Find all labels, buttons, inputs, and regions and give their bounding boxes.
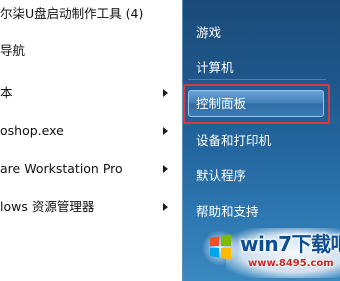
- watermark-url: www.8495.com: [248, 258, 334, 269]
- program-item-label: 本: [0, 85, 13, 100]
- program-item-usb-tool[interactable]: 尔柒U盘启动制作工具 (4): [0, 3, 178, 25]
- program-item-vmware[interactable]: are Workstation Pro: [0, 158, 178, 180]
- program-item-label: are Workstation Pro: [0, 161, 123, 176]
- menu-item-games[interactable]: 游戏: [196, 22, 221, 44]
- menu-separator: [188, 79, 326, 80]
- program-item-label: oshop.exe: [0, 123, 64, 138]
- submenu-arrow-icon: [163, 89, 168, 97]
- menu-item-devices-printers[interactable]: 设备和打印机: [196, 130, 271, 152]
- menu-item-default-programs[interactable]: 默认程序: [196, 165, 246, 187]
- program-item-label: 导航: [0, 43, 26, 58]
- menu-item-computer[interactable]: 计算机: [196, 57, 234, 79]
- submenu-arrow-icon: [163, 165, 168, 173]
- menu-item-help-support[interactable]: 帮助和支持: [196, 201, 259, 223]
- start-menu-program-list: 尔柒U盘启动制作工具 (4) 导航 本 oshop.exe are Workst…: [0, 0, 182, 281]
- windows-logo-icon: [202, 230, 238, 266]
- program-item-label: 尔柒U盘启动制作工具 (4): [0, 6, 144, 21]
- menu-item-control-panel[interactable]: 控制面板: [196, 93, 246, 115]
- program-item-label: lows 资源管理器: [0, 199, 95, 214]
- submenu-arrow-icon: [163, 203, 168, 211]
- program-item-photoshop[interactable]: oshop.exe: [0, 120, 178, 142]
- submenu-arrow-icon: [163, 127, 168, 135]
- watermark: win7下载吧 www.8495.com: [196, 222, 340, 281]
- program-item-navigation[interactable]: 导航: [0, 40, 178, 62]
- watermark-brand: win7下载吧: [240, 232, 340, 256]
- program-item-notepad[interactable]: 本: [0, 82, 178, 104]
- program-item-explorer[interactable]: lows 资源管理器: [0, 196, 178, 218]
